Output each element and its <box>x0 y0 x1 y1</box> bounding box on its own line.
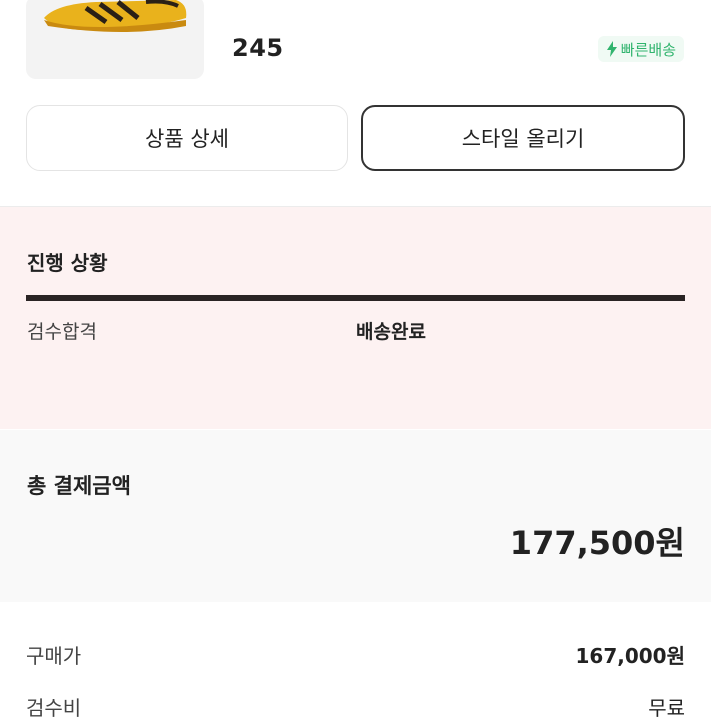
payment-summary: 총 결제금액 177,500원 <box>0 430 711 602</box>
product-size: 245 <box>232 34 284 62</box>
total-payment-label: 총 결제금액 <box>27 474 131 498</box>
inspection-fee-label: 검수비 <box>26 696 82 720</box>
fast-delivery-label: 빠른배송 <box>620 40 676 59</box>
fast-delivery-badge: 빠른배송 <box>597 36 684 62</box>
progress-title: 진행 상황 <box>27 251 108 275</box>
price-row: 구매가 167,000원 <box>26 640 685 669</box>
product-detail-button[interactable]: 상품 상세 <box>26 105 348 171</box>
progress-step-delivered: 배송완료 <box>356 321 426 343</box>
progress-section: 진행 상황 검수합격 배송완료 <box>0 207 711 429</box>
inspection-fee-value: 무료 <box>648 696 685 720</box>
lightning-icon <box>606 41 617 57</box>
progress-step-inspection: 검수합격 <box>27 321 97 343</box>
progress-bar <box>26 295 685 301</box>
price-label: 구매가 <box>26 644 82 668</box>
sneaker-image <box>44 0 187 32</box>
price-value: 167,000원 <box>575 644 686 668</box>
upload-style-button[interactable]: 스타일 올리기 <box>361 105 685 171</box>
total-payment-value: 177,500원 <box>509 524 685 562</box>
inspection-fee-row: 검수비 무료 <box>26 692 685 721</box>
product-image[interactable] <box>26 0 204 79</box>
action-buttons: 상품 상세 스타일 올리기 <box>26 105 685 171</box>
